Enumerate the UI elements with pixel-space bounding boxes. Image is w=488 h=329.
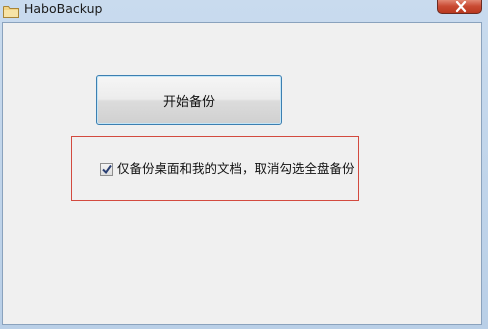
backup-option-highlight: 仅备份桌面和我的文档，取消勾选全盘备份: [71, 136, 359, 201]
title-bar[interactable]: HaboBackup: [0, 0, 488, 20]
app-window: HaboBackup 开始备份 仅备份桌面和我的文档，取消勾选全盘备份: [0, 0, 488, 329]
folder-icon: [3, 3, 19, 18]
backup-scope-checkbox[interactable]: [100, 163, 113, 176]
close-button[interactable]: [437, 0, 482, 14]
window-client-area: 开始备份 仅备份桌面和我的文档，取消勾选全盘备份: [2, 22, 482, 325]
window-title: HaboBackup: [24, 1, 103, 16]
backup-scope-label[interactable]: 仅备份桌面和我的文档，取消勾选全盘备份: [117, 161, 355, 177]
start-backup-button[interactable]: 开始备份: [96, 75, 282, 125]
checkmark-icon: [102, 164, 112, 175]
close-icon: [455, 0, 467, 13]
